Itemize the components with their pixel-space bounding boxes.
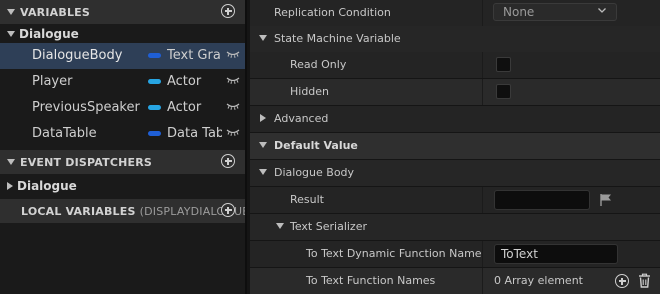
column-divider[interactable] [482,52,483,78]
to-text-dynamic-function-name-input[interactable]: ToText [494,244,618,264]
collapse-arrow-icon[interactable] [7,31,15,37]
local-variables-section-header[interactable]: LOCAL VARIABLES (DISPLAYDIALOGUE [0,199,245,223]
read-only-label: Read Only [290,58,347,71]
hidden-label: Hidden [290,85,330,98]
text-serializer-label: Text Serializer [290,220,367,233]
input-value: ToText [501,247,538,261]
my-blueprint-panel: VARIABLES Dialogue DialogueBody Text Gra… [0,0,245,294]
read-only-row: Read Only [250,52,660,78]
variable-name: DataTable [32,126,97,141]
closed-eye-icon[interactable] [226,129,240,137]
collapse-arrow-icon[interactable] [7,9,15,15]
collapse-arrow-icon[interactable] [259,35,267,41]
add-local-variable-button[interactable] [221,203,235,217]
variable-type: Data Tab [167,126,222,141]
hidden-checkbox[interactable] [496,84,511,99]
column-divider[interactable] [482,187,483,213]
collapse-arrow-icon[interactable] [276,223,284,229]
details-panel: Replication Condition None State Machine… [245,0,660,294]
chevron-down-icon [598,8,606,13]
object-type-pin-icon [148,105,161,110]
result-row: Result [250,187,660,213]
variables-section-title: VARIABLES [20,5,90,19]
local-variables-title: LOCAL VARIABLES [21,204,136,218]
category-label: Dialogue [19,27,79,41]
expand-arrow-icon[interactable] [7,182,13,190]
variable-row-player[interactable]: Player Actor [0,69,245,95]
add-element-button[interactable] [615,274,629,288]
variable-row-datatable[interactable]: DataTable Data Tab [0,121,245,147]
dialogue-body-label: Dialogue Body [274,166,355,179]
variable-row-previousspeaker[interactable]: PreviousSpeaker Actor [0,95,245,121]
to-text-function-names-label: To Text Function Names [306,274,436,287]
result-text-input[interactable] [494,190,590,210]
state-machine-variable-label: State Machine Variable [274,32,401,45]
event-dispatchers-section-title: EVENT DISPATCHERS [20,155,153,169]
advanced-label: Advanced [274,112,329,125]
dispatcher-category-dialogue[interactable]: Dialogue [0,176,245,196]
default-value-title: Default Value [274,139,358,152]
variable-type: Actor [167,100,202,115]
replication-condition-dropdown[interactable]: None [493,3,617,21]
state-machine-variable-row[interactable]: State Machine Variable [250,26,660,52]
column-divider[interactable] [482,241,483,267]
add-variable-button[interactable] [221,4,235,18]
text-type-pin-icon [148,131,161,136]
replication-condition-label: Replication Condition [274,6,391,19]
replication-condition-row: Replication Condition None [250,0,660,26]
dropdown-value: None [503,5,535,19]
variable-name: PreviousSpeaker [32,100,140,115]
collapse-arrow-icon[interactable] [259,142,267,148]
text-serializer-row[interactable]: Text Serializer [250,214,660,240]
to-text-dynamic-function-name-row: To Text Dynamic Function Name ToText [250,241,660,267]
to-text-function-names-row: To Text Function Names 0 Array element [250,268,660,294]
array-element-count: 0 Array element [494,274,583,287]
hidden-row: Hidden [250,79,660,105]
category-label: Dialogue [17,179,77,193]
variable-type: Actor [167,74,202,89]
expand-arrow-icon[interactable] [260,114,266,122]
text-type-pin-icon [148,53,161,58]
result-label: Result [290,193,324,206]
closed-eye-icon[interactable] [226,103,240,111]
variables-section-header[interactable]: VARIABLES [0,0,245,24]
collapse-arrow-icon[interactable] [7,159,15,165]
closed-eye-icon[interactable] [226,77,240,85]
column-divider[interactable] [482,0,483,26]
variable-name: DialogueBody [32,48,123,63]
dialogue-body-row[interactable]: Dialogue Body [250,160,660,186]
closed-eye-icon[interactable] [226,51,240,59]
local-variables-section-title: LOCAL VARIABLES (DISPLAYDIALOGUE [21,205,245,218]
variable-row-dialoguebody[interactable]: DialogueBody Text Gra [0,43,245,69]
localization-flag-icon[interactable] [599,193,613,207]
add-event-dispatcher-button[interactable] [221,154,235,168]
read-only-checkbox[interactable] [496,57,511,72]
default-value-category[interactable]: Default Value [250,133,660,159]
column-divider[interactable] [482,79,483,105]
to-text-dynamic-function-name-label: To Text Dynamic Function Name [306,247,482,260]
trash-icon[interactable] [638,273,651,288]
advanced-row[interactable]: Advanced [250,106,660,132]
variable-category-dialogue[interactable]: Dialogue [0,24,245,44]
column-divider[interactable] [482,268,483,294]
variable-name: Player [32,74,73,89]
collapse-arrow-icon[interactable] [259,169,267,175]
object-type-pin-icon [148,79,161,84]
variable-type: Text Gra [167,48,221,63]
event-dispatchers-section-header[interactable]: EVENT DISPATCHERS [0,150,245,174]
